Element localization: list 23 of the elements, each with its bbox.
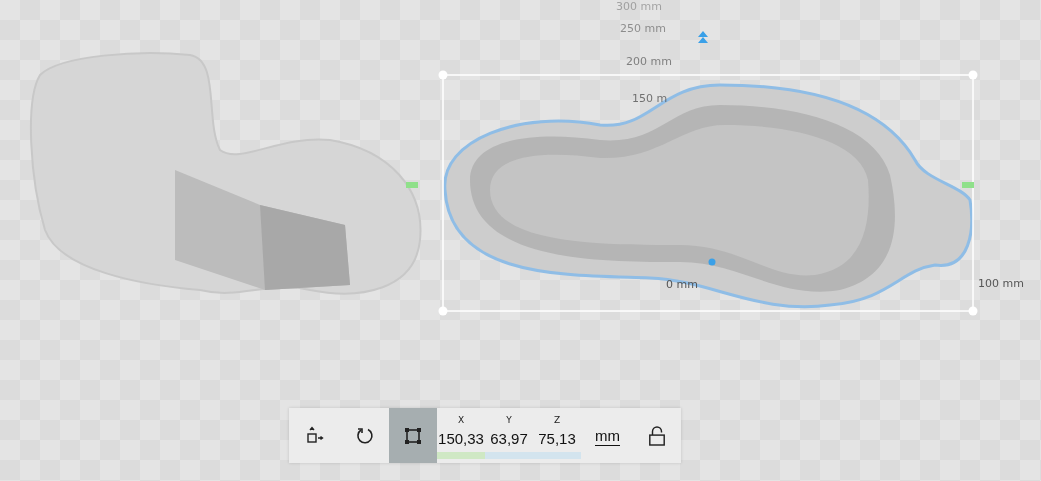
- scale-label: 200 mm: [626, 55, 672, 68]
- handle-marker[interactable]: [406, 182, 418, 188]
- lift-arrow-icon[interactable]: [698, 31, 708, 43]
- unlocked-padlock-icon: [648, 424, 666, 447]
- dimension-field[interactable]: 150,33: [437, 426, 485, 459]
- unit-dropdown[interactable]: mm: [589, 408, 626, 463]
- dimension-field[interactable]: 75,13: [533, 426, 581, 459]
- axis-label: X: [457, 414, 465, 426]
- scale-label: 300 mm: [616, 0, 662, 13]
- axis-label: Y: [506, 414, 512, 426]
- scale-label: 100 mm: [978, 277, 1024, 290]
- center-dot[interactable]: [708, 258, 716, 266]
- rotate-icon: [355, 425, 375, 446]
- move-icon: [305, 425, 325, 446]
- scale-icon: [403, 425, 423, 446]
- scale-label: 250 mm: [620, 22, 666, 35]
- scale-label: 150 m: [632, 92, 668, 105]
- dimension-field[interactable]: 63,97: [485, 426, 533, 459]
- scale-tool-button[interactable]: [389, 408, 437, 463]
- lid-model[interactable]: [29, 52, 422, 295]
- scale-label: 0 mm: [666, 278, 698, 291]
- handle-marker[interactable]: [962, 182, 974, 188]
- axis-label: Z: [553, 414, 561, 426]
